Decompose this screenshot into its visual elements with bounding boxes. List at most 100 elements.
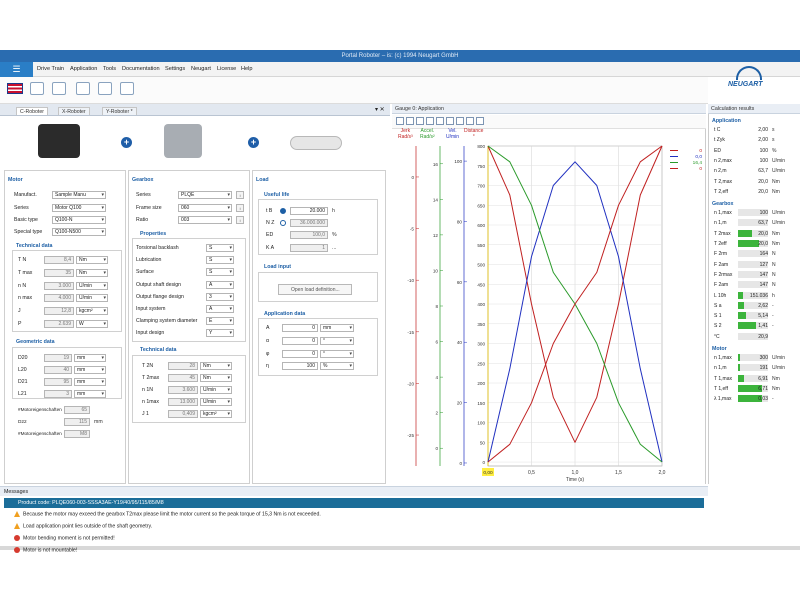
special-type-select[interactable]: Q100-N500 — [52, 228, 106, 236]
add-component-icon[interactable]: + — [248, 137, 259, 148]
tab-c-roboter[interactable]: C-Roboter — [16, 107, 48, 115]
application-data-value[interactable]: 0 — [282, 336, 318, 345]
gearbox-field-select[interactable]: 003 — [178, 216, 232, 224]
gauge-tool-icon[interactable] — [406, 117, 414, 125]
axis-tick-label: 40 — [457, 340, 463, 345]
gearbox-field-select[interactable]: PLQE — [178, 191, 232, 199]
motor-tech-unit-select[interactable]: W — [76, 320, 108, 328]
geometric-unit-select[interactable]: mm — [74, 378, 106, 386]
menu-application[interactable]: Application — [70, 62, 97, 77]
useful-life-value[interactable]: 1 — [290, 243, 328, 252]
geometric-value: 95 — [44, 378, 72, 386]
menu-tools[interactable]: Tools — [103, 62, 116, 77]
useful-life-radio[interactable] — [280, 208, 286, 214]
menu-license[interactable]: License — [217, 62, 236, 77]
add-component-icon[interactable]: + — [121, 137, 132, 148]
tab-x-roboter[interactable]: X-Roboter — [58, 107, 90, 115]
menu-neugart[interactable]: Neugart — [191, 62, 211, 77]
motor-tech-unit-select[interactable]: Nm — [76, 268, 108, 277]
gearbox-image[interactable] — [164, 124, 202, 158]
motor-tech-unit-select[interactable]: U/min — [76, 294, 108, 303]
motor-tech-unit-select[interactable]: kgcm² — [76, 307, 108, 316]
gauge-chart[interactable]: 0,5 1,0 1,5 2,08007507006506005505004504003… — [392, 138, 706, 490]
manufacturer-select[interactable]: Sample Manu — [52, 191, 106, 199]
save-icon[interactable] — [30, 82, 44, 95]
gearbox-tech-unit-select[interactable]: kgcm² — [200, 410, 232, 418]
gearbox-field-select[interactable]: 060 — [178, 203, 232, 212]
gearbox-tech-unit-select[interactable]: U/min — [200, 386, 232, 394]
motor-tech-unit-select[interactable]: U/min — [76, 281, 108, 290]
up-down-icon[interactable]: ↕ — [236, 216, 244, 224]
application-data-value[interactable]: 0 — [282, 324, 318, 332]
application-data-value[interactable]: 100 — [282, 362, 318, 371]
tab-y-roboter[interactable]: Y-Roboter * — [102, 107, 137, 115]
message-item[interactable]: Motor bending moment is not permitted! — [14, 535, 115, 541]
useful-life-value[interactable]: 20.000 — [290, 207, 328, 215]
useful-life-value[interactable]: 100,0 — [290, 231, 328, 240]
series-select[interactable]: Motor Q100 — [52, 204, 106, 212]
menu-documentation[interactable]: Documentation — [122, 62, 160, 77]
hamburger-menu-icon[interactable]: ☰ — [0, 62, 33, 77]
gauge-tool-icon[interactable] — [456, 117, 464, 125]
result-label: S 1 — [714, 313, 722, 320]
menu-drive-train[interactable]: Drive Train — [37, 62, 64, 77]
property-select[interactable]: A — [206, 280, 234, 289]
up-down-icon[interactable]: ↕ — [236, 191, 244, 199]
menu-settings[interactable]: Settings — [165, 62, 185, 77]
menu-help[interactable]: Help — [241, 62, 253, 77]
result-unit: % — [772, 147, 777, 154]
messages-product-code-row[interactable]: Product code: PLQE060-003-SSSA3AE-Y19/40… — [4, 498, 704, 508]
gearbox-tech-unit-select[interactable]: Nm — [200, 362, 232, 370]
property-select[interactable]: 3 — [206, 292, 234, 301]
property-select[interactable]: S — [206, 256, 234, 265]
gearbox-tech-unit-select[interactable]: U/min — [200, 398, 232, 406]
report-icon[interactable] — [120, 82, 134, 95]
result-value: 100 — [759, 147, 768, 154]
property-select[interactable]: S — [206, 268, 234, 277]
units-icon[interactable] — [52, 82, 66, 95]
geometric-unit-select[interactable]: mm — [74, 390, 106, 398]
application-data-value[interactable]: 0 — [282, 349, 318, 358]
user-icon[interactable] — [76, 82, 90, 95]
application-data-unit-select[interactable]: ° — [320, 336, 354, 345]
gauge-tool-icon[interactable] — [416, 117, 424, 125]
gauge-tool-icon[interactable] — [476, 117, 484, 125]
gauge-tool-icon[interactable] — [436, 117, 444, 125]
application-data-unit-select[interactable]: mm — [320, 324, 354, 332]
load-image[interactable] — [290, 136, 342, 150]
result-value: 127 — [759, 261, 768, 268]
property-select[interactable]: Y — [206, 329, 234, 338]
up-down-icon[interactable]: ↕ — [236, 203, 244, 212]
open-load-definition-button[interactable]: Open load definition... — [278, 284, 352, 295]
gauge-tool-icon[interactable] — [446, 117, 454, 125]
result-label: n 1,max — [714, 210, 732, 217]
result-label: t Zyk — [714, 137, 725, 144]
language-flag-icon[interactable] — [7, 83, 23, 94]
property-select[interactable]: E — [206, 317, 234, 326]
property-label: Lubrication — [136, 257, 162, 264]
application-data-label: φ — [266, 350, 270, 357]
geometric-unit-select[interactable]: mm — [74, 354, 106, 362]
axis-tick-label: -25 — [407, 433, 414, 438]
gearbox-tech-unit-select[interactable]: Nm — [200, 374, 232, 382]
application-data-unit-select[interactable]: % — [320, 362, 354, 371]
message-item[interactable]: Because the motor may exceed the gearbox… — [14, 511, 321, 517]
export-icon[interactable] — [98, 82, 112, 95]
message-item[interactable]: Motor is not mountable! — [14, 547, 77, 553]
motor-technical-data-title: Technical data — [16, 243, 53, 249]
gauge-tool-icon[interactable] — [466, 117, 474, 125]
property-select[interactable]: A — [206, 305, 234, 313]
useful-life-value[interactable]: 36.000.000 — [290, 219, 328, 228]
application-data-unit-select[interactable]: ° — [320, 349, 354, 358]
message-item[interactable]: Load application point lies outside of t… — [14, 523, 152, 529]
result-value: 2,00 — [758, 137, 768, 144]
gauge-tool-icon[interactable] — [396, 117, 404, 125]
gauge-tool-icon[interactable] — [426, 117, 434, 125]
cursor-label: 0,00 — [483, 470, 493, 476]
tab-strip-menu-icon[interactable]: ▾ ✕ — [375, 106, 385, 113]
geometric-unit-select[interactable]: mm — [74, 366, 106, 374]
motor-tech-unit-select[interactable]: Nm — [76, 256, 108, 264]
motor-image[interactable] — [38, 124, 80, 158]
basic-type-select[interactable]: Q100-N — [52, 216, 106, 224]
property-select[interactable]: S — [206, 244, 234, 252]
